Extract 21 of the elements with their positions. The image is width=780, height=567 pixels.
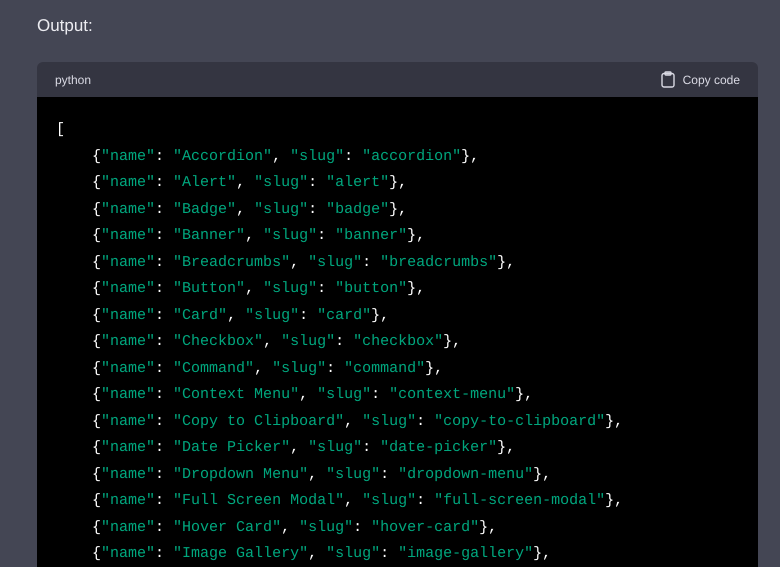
output-heading: Output:	[37, 15, 94, 37]
code-line: {"name": "Banner", "slug": "banner"},	[91, 226, 426, 246]
code-line: {"name": "Alert", "slug": "alert"},	[91, 173, 408, 193]
code-line: {"name": "Checkbox", "slug": "checkbox"},	[91, 332, 462, 352]
code-line: {"name": "Context Menu", "slug": "context-menu"},	[91, 385, 534, 405]
code-line: {"name": "Badge", "slug": "badge"},	[91, 200, 408, 220]
language-label: python	[55, 72, 92, 88]
code-line: {"name": "Card", "slug": "card"},	[91, 306, 390, 326]
code-line: {"name": "Hover Card", "slug": "hover-card"},	[91, 518, 498, 538]
code-line: {"name": "Dropdown Menu", "slug": "dropdown-menu"},	[91, 464, 552, 484]
code-line: {"name": "Breadcrumbs", "slug": "breadcrumbs"},	[91, 252, 516, 272]
code-line: {"name": "Accordion", "slug": "accordion"},	[91, 146, 480, 166]
code-line: {"name": "Command", "slug": "command"},	[91, 358, 444, 378]
copy-code-button[interactable]: Copy code	[660, 70, 740, 88]
code-line: {"name": "Button", "slug": "button"},	[91, 279, 426, 299]
code-line: {"name": "Copy to Clipboard", "slug": "copy-to-clipboard"},	[91, 412, 624, 432]
clipboard-icon	[660, 71, 675, 88]
code-line: [	[56, 120, 66, 140]
code-line: {"name": "Full Screen Modal", "slug": "full-screen-modal"},	[91, 491, 624, 511]
code-line: {"name": "Date Picker", "slug": "date-picker"},	[91, 438, 516, 458]
code-line: {"name": "Image Gallery", "slug": "image-gallery"},	[91, 544, 552, 564]
